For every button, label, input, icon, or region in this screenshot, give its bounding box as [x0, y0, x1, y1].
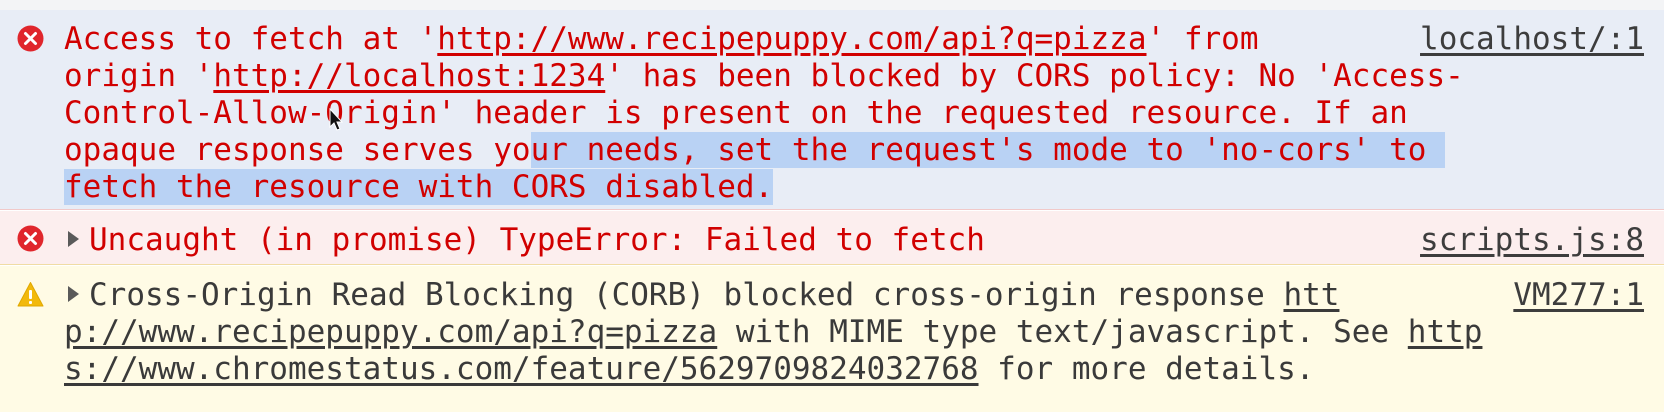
blocked-url-link[interactable]: htt — [1283, 277, 1339, 313]
message-line: origin 'http://localhost:1234' has been … — [64, 58, 1464, 94]
console-message-cors-error[interactable]: Access to fetch at 'http://www.recipepup… — [0, 10, 1664, 210]
error-circle-icon — [17, 25, 44, 52]
message-line: Control-Allow-Origin' header is present … — [64, 95, 1408, 131]
origin-url-link[interactable]: http://localhost:1234 — [213, 58, 605, 94]
selected-text: fetch the resource with CORS disabled. — [64, 169, 774, 205]
expand-triangle-icon[interactable] — [68, 286, 79, 302]
message-line: fetch the resource with CORS disabled. — [64, 169, 1494, 206]
error-circle-icon — [17, 225, 44, 252]
message-line: Cross-Origin Read Blocking (CORB) blocke… — [64, 277, 1494, 314]
message-line: opaque response serves your needs, set t… — [64, 132, 1446, 168]
message-text: Cross-Origin Read Blocking (CORB) blocke… — [64, 277, 1494, 388]
source-link-scripts[interactable]: scripts.js:8 — [1420, 222, 1644, 259]
console-message-uncaught-error[interactable]: Uncaught (in promise) TypeError: Failed … — [0, 211, 1664, 265]
message-line: p://www.recipepuppy.com/api?q=pizza with… — [64, 314, 1483, 350]
chromestatus-link[interactable]: s://www.chromestatus.com/feature/5629709… — [64, 351, 979, 387]
expand-triangle-icon[interactable] — [68, 231, 79, 247]
mouse-cursor-icon — [329, 108, 344, 131]
chromestatus-link[interactable]: http — [1408, 314, 1483, 350]
source-link-localhost[interactable]: localhost/:1 — [1420, 21, 1644, 58]
message-line: s://www.chromestatus.com/feature/5629709… — [64, 351, 1315, 387]
console-message-corb-warning[interactable]: Cross-Origin Read Blocking (CORB) blocke… — [0, 266, 1664, 412]
message-line: Access to fetch at 'http://www.recipepup… — [64, 21, 1259, 57]
error-text: Uncaught (in promise) TypeError: Failed … — [89, 222, 985, 258]
request-url-link[interactable]: http://www.recipepuppy.com/api?q=pizza — [437, 21, 1146, 57]
blocked-url-link[interactable]: p://www.recipepuppy.com/api?q=pizza — [64, 314, 717, 350]
selected-text: ur needs, set the request's mode to 'no-… — [530, 132, 1446, 168]
message-text: Access to fetch at 'http://www.recipepup… — [64, 21, 1494, 206]
message-text: Uncaught (in promise) TypeError: Failed … — [64, 222, 1494, 259]
devtools-console: Access to fetch at 'http://www.recipepup… — [0, 0, 1664, 412]
warning-triangle-icon — [17, 282, 44, 307]
source-link-vm[interactable]: VM277:1 — [1513, 277, 1644, 314]
